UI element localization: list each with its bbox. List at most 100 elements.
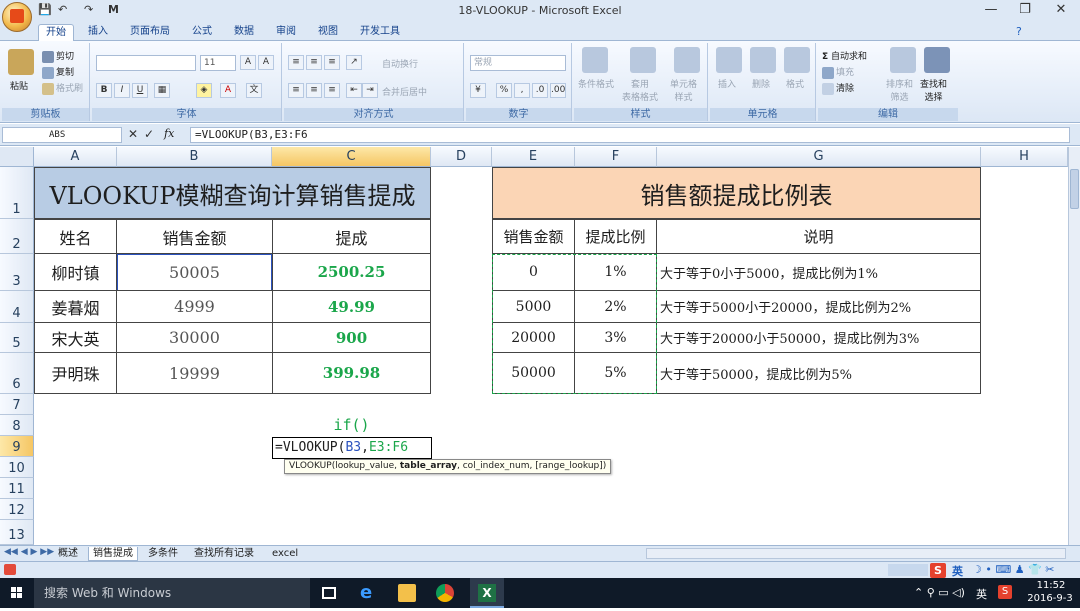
right-table-title[interactable]: 销售额提成比例表 bbox=[492, 167, 981, 219]
align-center-icon[interactable]: ≡ bbox=[306, 83, 322, 98]
number-format-select[interactable]: 常规 bbox=[470, 55, 566, 71]
save-icon[interactable]: 💾 bbox=[38, 3, 52, 18]
row-header-11[interactable]: 11 bbox=[0, 478, 34, 499]
currency-icon[interactable]: ¥ bbox=[470, 83, 486, 98]
tab-developer[interactable]: 开发工具 bbox=[352, 24, 408, 41]
header-sales[interactable]: 销售金额 bbox=[116, 219, 273, 254]
sort-filter-icon[interactable] bbox=[890, 47, 916, 73]
tab-review[interactable]: 审阅 bbox=[268, 24, 304, 41]
restore-button[interactable]: ❐ bbox=[1008, 0, 1042, 22]
find-select-icon[interactable] bbox=[924, 47, 950, 73]
cell-g4[interactable]: 大于等于5000小于20000，提成比例为2% bbox=[656, 290, 981, 323]
cell-b5[interactable]: 30000 bbox=[116, 322, 273, 353]
enter-icon[interactable]: ✓ bbox=[144, 127, 154, 141]
autosum-button[interactable]: Σ 自动求和 bbox=[822, 49, 867, 62]
scroll-thumb[interactable] bbox=[1070, 169, 1079, 209]
border-icon[interactable]: ▦ bbox=[154, 83, 170, 98]
tab-data[interactable]: 数据 bbox=[226, 24, 262, 41]
view-buttons[interactable] bbox=[888, 564, 928, 576]
row-header-7[interactable]: 7 bbox=[0, 394, 34, 415]
italic-button[interactable]: I bbox=[114, 83, 130, 98]
insert-function-icon[interactable]: fx bbox=[164, 127, 174, 140]
column-header-g[interactable]: G bbox=[657, 147, 981, 167]
cell-b3[interactable]: 50005 bbox=[117, 254, 272, 291]
row-header-8[interactable]: 8 bbox=[0, 415, 34, 436]
close-button[interactable]: ✕ bbox=[1044, 0, 1078, 22]
row-header-12[interactable]: 12 bbox=[0, 499, 34, 520]
orientation-icon[interactable]: ↗ bbox=[346, 55, 362, 70]
delete-cells-button[interactable]: 删除 bbox=[752, 77, 770, 90]
cell-e4[interactable]: 5000 bbox=[492, 290, 575, 323]
row-header-4[interactable]: 4 bbox=[0, 291, 34, 323]
align-middle-icon[interactable]: ≡ bbox=[306, 55, 322, 70]
conditional-format-button[interactable]: 条件格式 bbox=[578, 77, 614, 90]
horizontal-scrollbar[interactable] bbox=[646, 548, 1066, 559]
office-button[interactable] bbox=[2, 2, 32, 32]
tab-insert[interactable]: 插入 bbox=[80, 24, 116, 41]
column-header-f[interactable]: F bbox=[575, 147, 657, 167]
sheet-tab-multi-condition[interactable]: 多条件 bbox=[144, 547, 182, 561]
redo-icon[interactable]: ↷ bbox=[84, 3, 93, 18]
format-cells-button[interactable]: 格式 bbox=[786, 77, 804, 90]
font-color-icon[interactable]: A bbox=[220, 83, 236, 98]
conditional-format-icon[interactable] bbox=[582, 47, 608, 73]
header-note[interactable]: 说明 bbox=[656, 219, 981, 254]
sheet-tab-overview[interactable]: 概述 bbox=[54, 547, 82, 561]
macro-record-icon[interactable] bbox=[4, 564, 16, 575]
clear-button[interactable]: 清除 bbox=[822, 81, 854, 95]
phonetic-icon[interactable]: 文 bbox=[246, 83, 262, 98]
insert-cells-button[interactable]: 插入 bbox=[718, 77, 736, 90]
increase-decimal-icon[interactable]: .0 bbox=[532, 83, 548, 98]
header-amount[interactable]: 销售金额 bbox=[492, 219, 575, 254]
cell-c4[interactable]: 49.99 bbox=[272, 290, 431, 323]
undo-icon[interactable]: ↶ bbox=[58, 3, 67, 18]
cell-e3[interactable]: 0 bbox=[492, 253, 575, 291]
cell-e5[interactable]: 20000 bbox=[492, 322, 575, 353]
name-box[interactable]: ABS bbox=[2, 127, 122, 143]
merge-center-button[interactable]: 合并后居中 bbox=[382, 85, 427, 98]
shrink-font-button[interactable]: A bbox=[258, 55, 274, 70]
insert-cells-icon[interactable] bbox=[716, 47, 742, 73]
header-commission[interactable]: 提成 bbox=[272, 219, 431, 254]
tab-home[interactable]: 开始 bbox=[38, 24, 74, 41]
cell-c9-editor[interactable]: =VLOOKUP(B3,E3:F6 bbox=[272, 437, 432, 459]
cell-g5[interactable]: 大于等于20000小于50000，提成比例为3% bbox=[656, 322, 981, 353]
edge-icon[interactable]: e bbox=[360, 584, 378, 602]
file-explorer-icon[interactable] bbox=[398, 584, 416, 602]
cell-c3[interactable]: 2500.25 bbox=[272, 253, 431, 291]
cell-g3[interactable]: 大于等于0小于5000，提成比例为1% bbox=[656, 253, 981, 291]
cell-f5[interactable]: 3% bbox=[574, 322, 657, 353]
sheet-tab-excel[interactable]: excel bbox=[268, 547, 302, 561]
tab-view[interactable]: 视图 bbox=[310, 24, 346, 41]
cell-a5[interactable]: 宋大英 bbox=[34, 322, 117, 353]
cell-e6[interactable]: 50000 bbox=[492, 352, 575, 394]
comma-icon[interactable]: , bbox=[514, 83, 530, 98]
cell-b4[interactable]: 4999 bbox=[116, 290, 273, 323]
cell-f3[interactable]: 1% bbox=[574, 253, 657, 291]
row-header-9[interactable]: 9 bbox=[0, 436, 34, 457]
paste-button[interactable]: 粘贴 bbox=[10, 79, 28, 92]
delete-cells-icon[interactable] bbox=[750, 47, 776, 73]
column-header-b[interactable]: B bbox=[117, 147, 272, 167]
format-cells-icon[interactable] bbox=[784, 47, 810, 73]
align-top-icon[interactable]: ≡ bbox=[288, 55, 304, 70]
format-painter-button[interactable]: 格式刷 bbox=[42, 81, 83, 95]
row-header-10[interactable]: 10 bbox=[0, 457, 34, 478]
font-size-select[interactable]: 11 bbox=[200, 55, 236, 71]
tab-formulas[interactable]: 公式 bbox=[184, 24, 220, 41]
select-all-corner[interactable] bbox=[0, 147, 34, 167]
left-table-title[interactable]: VLOOKUP模糊查询计算销售提成 bbox=[34, 167, 431, 219]
ime-language-indicator[interactable]: 英 bbox=[952, 563, 963, 579]
header-rate[interactable]: 提成比例 bbox=[574, 219, 657, 254]
cancel-icon[interactable]: ✕ bbox=[128, 127, 138, 141]
decrease-decimal-icon[interactable]: .00 bbox=[550, 83, 566, 98]
column-header-d[interactable]: D bbox=[431, 147, 492, 167]
decrease-indent-icon[interactable]: ⇤ bbox=[346, 83, 362, 98]
sheet-tab-sales-commission[interactable]: 销售提成 bbox=[88, 547, 138, 561]
cell-f6[interactable]: 5% bbox=[574, 352, 657, 394]
column-header-e[interactable]: E bbox=[492, 147, 575, 167]
cell-c8[interactable]: if() bbox=[272, 415, 431, 436]
cell-g6[interactable]: 大于等于50000，提成比例为5% bbox=[656, 352, 981, 394]
bold-button[interactable]: B bbox=[96, 83, 112, 98]
row-header-13[interactable]: 13 bbox=[0, 520, 34, 545]
